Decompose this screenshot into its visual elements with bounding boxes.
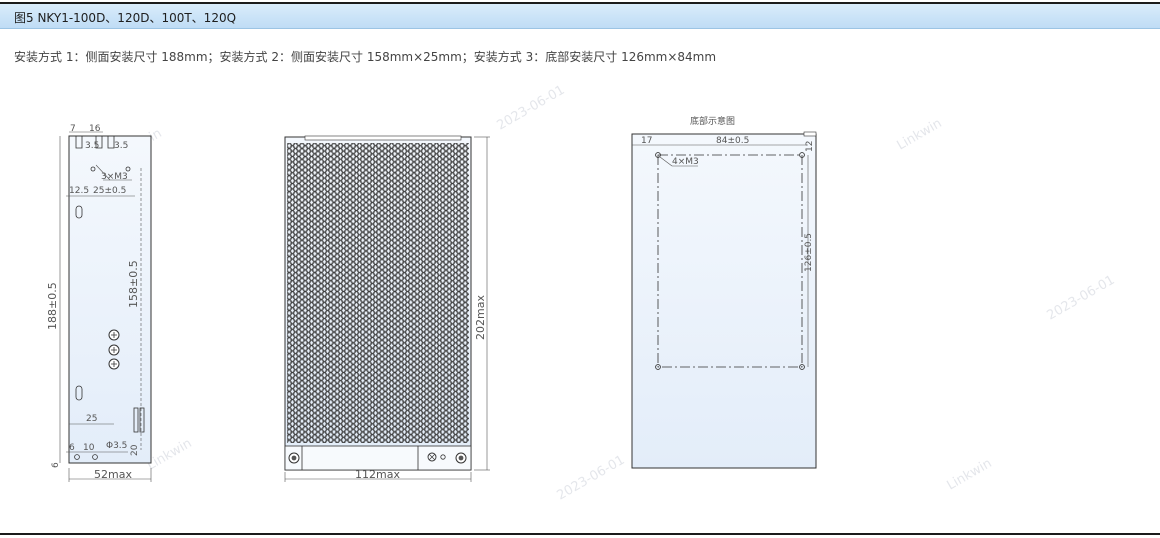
dim-17: 17 — [641, 136, 652, 146]
dim-52max: 52max — [94, 468, 132, 481]
dim-112max: 112max — [355, 468, 400, 481]
header-bar: 图5 NKY1-100D、120D、100T、120Q — [0, 2, 1160, 29]
hole-phi-3-5: Φ3.5 — [106, 441, 127, 451]
dim-158: 158±0.5 — [127, 260, 140, 308]
dim-202max: 202max — [474, 295, 487, 340]
svg-text:Linkwin: Linkwin — [145, 436, 195, 474]
dim-3-5-right: 3.5 — [114, 141, 128, 151]
dim-12-5: 12.5 — [69, 186, 89, 196]
bottom-view-title: 底部示意图 — [690, 115, 735, 127]
watermark-layer: Linkwin 2023-06-01 Linkwin 2023-06-01 Li… — [115, 83, 1118, 504]
dim-25: 25 — [86, 414, 97, 424]
side-screws — [108, 329, 120, 370]
screw-label-3xm3: 3×M3 — [101, 172, 128, 182]
dim-12: 12 — [805, 141, 815, 152]
svg-text:Linkwin: Linkwin — [945, 456, 995, 494]
svg-text:Linkwin: Linkwin — [895, 116, 945, 154]
bottom-view: 底部示意图 17 84±0.5 12 4×M3 126±0.5 — [631, 115, 817, 469]
dim-6-vertical: 6 — [51, 462, 61, 468]
svg-text:2023-06-01: 2023-06-01 — [495, 83, 568, 134]
dim-10: 10 — [83, 443, 95, 453]
mechanical-drawing: Linkwin 2023-06-01 Linkwin 2023-06-01 Li… — [46, 83, 1118, 504]
figure-title: 图5 NKY1-100D、120D、100T、120Q — [14, 11, 237, 25]
svg-text:2023-06-01: 2023-06-01 — [555, 453, 628, 504]
dim-188: 188±0.5 — [46, 282, 59, 330]
dim-7: 7 — [70, 124, 76, 134]
dim-16: 16 — [89, 124, 101, 134]
svg-text:2023-06-01: 2023-06-01 — [1045, 273, 1118, 324]
dim-3-5-left: 3.5 — [85, 141, 99, 151]
bottom-rule — [0, 533, 1160, 535]
screw-label-4xm3: 4×M3 — [672, 157, 699, 167]
dim-20: 20 — [130, 444, 140, 456]
dim-126: 126±0.5 — [804, 233, 814, 272]
dim-25-tol: 25±0.5 — [93, 186, 126, 196]
bottom-view-body — [631, 133, 817, 469]
side-view: 7 16 3.5 3.5 3×M3 12.5 25±0.5 188±0.5 15… — [46, 124, 152, 482]
front-view: 202max 112max — [284, 135, 490, 482]
mounting-description: 安装方式 1：侧面安装尺寸 188mm；安装方式 2：侧面安装尺寸 158mm×… — [14, 50, 717, 64]
dim-6: 6 — [69, 443, 75, 453]
dim-84: 84±0.5 — [716, 136, 749, 146]
